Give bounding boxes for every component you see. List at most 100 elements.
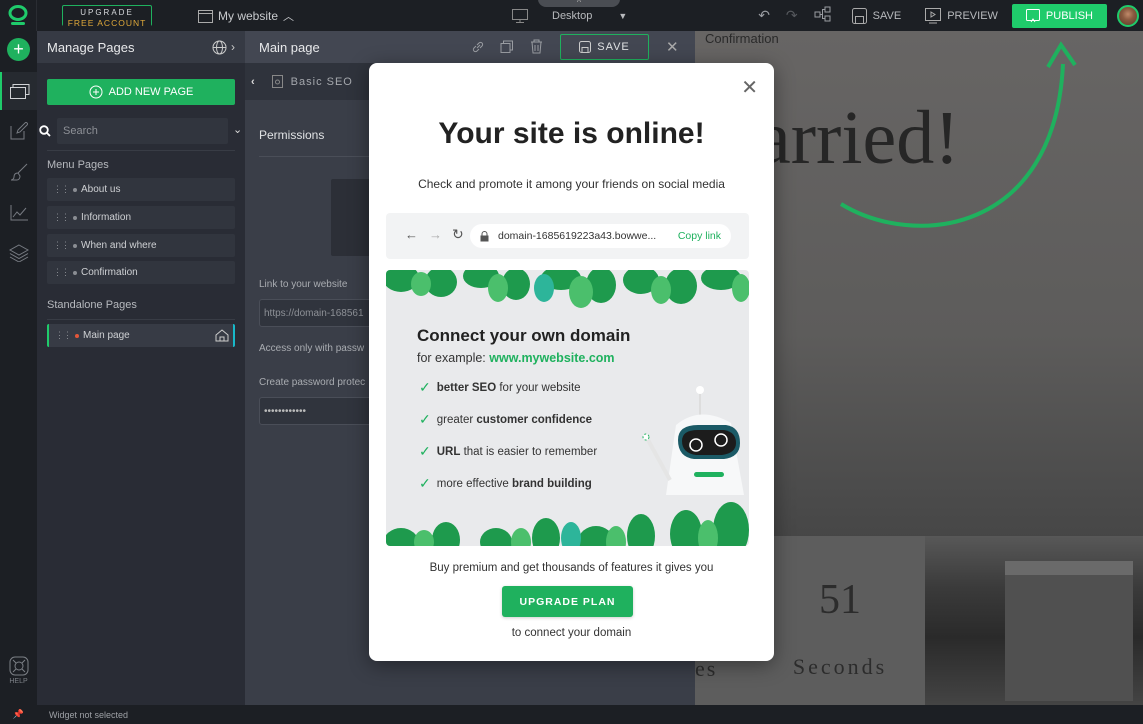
back-chevron-icon[interactable]: ‹ <box>251 76 256 88</box>
lock-icon <box>480 230 489 241</box>
rail-edit[interactable] <box>0 112 37 150</box>
close-panel-icon[interactable]: ✕ <box>666 38 679 56</box>
publish-button[interactable]: PUBLISH <box>1011 3 1107 28</box>
redo-icon[interactable]: ↷ <box>786 7 798 24</box>
preview-button[interactable]: PREVIEW <box>925 7 998 24</box>
search-row: ⌄ <box>37 118 245 146</box>
app-logo[interactable] <box>0 0 37 31</box>
preview-icon <box>925 7 942 23</box>
page-item-when-and-where[interactable]: ⋮⋮ When and where <box>47 234 235 257</box>
check-icon: ✓ <box>419 379 431 395</box>
left-rail: + HELP <box>0 31 37 705</box>
duplicate-icon[interactable] <box>500 40 514 54</box>
benefit-item: ✓ URL that is easier to remember <box>419 443 597 460</box>
preview-page-label: Confirmation <box>705 31 779 46</box>
chart-icon <box>10 205 28 221</box>
sitemap-icon[interactable] <box>814 6 832 25</box>
page-save-button[interactable]: SAVE <box>560 34 649 60</box>
permissions-heading: Permissions <box>259 128 325 142</box>
edit-icon <box>10 122 28 140</box>
countdown-seconds-label: Seconds <box>792 654 888 679</box>
modal-title: Your site is online! <box>438 117 705 150</box>
promo-example: for example: www.mywebsite.com <box>417 351 615 365</box>
undo-icon[interactable]: ↶ <box>758 7 770 24</box>
drag-handle-icon[interactable]: ⋮⋮ <box>53 267 70 278</box>
leaves-top-illustration <box>386 270 749 308</box>
upgrade-plan-button[interactable]: UPGRADE PLAN <box>502 586 633 617</box>
link-label: Link to your website <box>259 279 348 290</box>
pin-icon[interactable]: 📌 <box>0 709 37 720</box>
menu-pages-heading: Menu Pages <box>47 159 109 171</box>
plus-icon: + <box>13 39 24 59</box>
page-label: Main page <box>83 330 130 341</box>
save-label: SAVE <box>872 9 902 22</box>
drag-handle-icon[interactable]: ⋮⋮ <box>55 330 72 341</box>
publish-label: PUBLISH <box>1045 9 1093 22</box>
copy-link-button[interactable]: Copy link <box>678 230 721 242</box>
page-item-confirmation[interactable]: ⋮⋮ Confirmation <box>47 261 235 284</box>
floppy-icon <box>579 41 592 53</box>
page-item-about-us[interactable]: ⋮⋮ About us <box>47 178 235 201</box>
standalone-pages-heading: Standalone Pages <box>47 299 137 311</box>
benefit-text: that is easier to remember <box>460 445 598 458</box>
site-url: domain-1685619223a43.bowwe... <box>498 230 657 242</box>
status-dot <box>73 215 77 220</box>
promo-example-prefix: for example: <box>417 351 490 365</box>
seo-doc-icon <box>271 75 283 88</box>
drag-handle-icon[interactable]: ⋮⋮ <box>53 184 70 195</box>
close-icon[interactable]: ✕ <box>741 75 758 100</box>
add-element-button[interactable]: + <box>7 38 30 61</box>
check-icon: ✓ <box>419 475 431 491</box>
preview-label: PREVIEW <box>947 9 998 22</box>
link-icon[interactable] <box>471 40 485 54</box>
benefit-bold: brand building <box>511 477 592 490</box>
device-selector[interactable]: Desktop ▼ <box>512 9 627 23</box>
add-new-page-button[interactable]: ADD NEW PAGE <box>47 79 235 105</box>
chevron-right-icon: › <box>231 40 235 54</box>
globe-icon <box>212 40 227 54</box>
upgrade-free-account-button[interactable]: UPGRADE FREE ACCOUNT <box>62 5 152 28</box>
chevron-down-icon[interactable]: ⌄ <box>233 123 242 136</box>
access-password-label: Access only with passw <box>259 343 365 354</box>
site-online-modal: ✕ Your site is online! Check and promote… <box>369 63 774 661</box>
language-button[interactable]: › <box>212 40 235 55</box>
page-item-information[interactable]: ⋮⋮ Information <box>47 206 235 229</box>
page-item-main-page[interactable]: ⋮⋮ Main page <box>47 324 235 347</box>
user-avatar[interactable] <box>1117 4 1139 27</box>
free-account-label: FREE ACCOUNT <box>63 19 151 28</box>
collapse-handle[interactable]: ^ <box>538 0 620 7</box>
status-dot <box>73 243 77 248</box>
manage-pages-panel: Manage Pages › ADD NEW PAGE ⌄ Menu Pages… <box>37 31 245 705</box>
page-label: Information <box>81 212 132 223</box>
reload-icon: ↻ <box>452 226 464 242</box>
save-button[interactable]: SAVE <box>851 7 902 24</box>
search-input[interactable] <box>57 118 228 144</box>
divider <box>47 319 235 320</box>
device-label: Desktop <box>552 10 593 22</box>
rail-layers[interactable] <box>0 234 37 272</box>
modal-subtitle: Check and promote it among your friends … <box>418 177 725 191</box>
plus-circle-icon <box>89 85 103 99</box>
publish-arrow-icon <box>839 41 1077 228</box>
site-selector[interactable]: My website ︿ <box>198 8 294 24</box>
divider <box>259 156 379 157</box>
benefit-bold: better SEO <box>436 381 497 394</box>
caret-down-icon: ▼ <box>618 11 628 21</box>
window-icon <box>198 9 213 23</box>
rail-pages[interactable] <box>0 72 37 110</box>
example-domain-link: www.mywebsite.com <box>489 351 615 365</box>
connect-domain-text: to connect your domain <box>511 627 632 639</box>
status-bar: 📌 Widget not selected <box>0 705 1143 724</box>
connect-domain-promo: Connect your own domain for example: www… <box>386 270 749 546</box>
trash-icon[interactable] <box>530 39 543 54</box>
seo-section-label: Basic SEO <box>290 75 353 88</box>
benefit-item: ✓ more effective brand building <box>419 475 592 492</box>
browser-url-bar: ← → ↻ domain-1685619223a43.bowwe... Copy… <box>386 213 749 259</box>
help-button[interactable]: HELP <box>0 656 37 685</box>
drag-handle-icon[interactable]: ⋮⋮ <box>53 240 70 251</box>
rail-analytics[interactable] <box>0 194 37 232</box>
logo-icon <box>8 4 28 25</box>
rail-design[interactable] <box>0 153 37 191</box>
drag-handle-icon[interactable]: ⋮⋮ <box>53 212 70 223</box>
lifebuoy-icon <box>9 656 28 676</box>
